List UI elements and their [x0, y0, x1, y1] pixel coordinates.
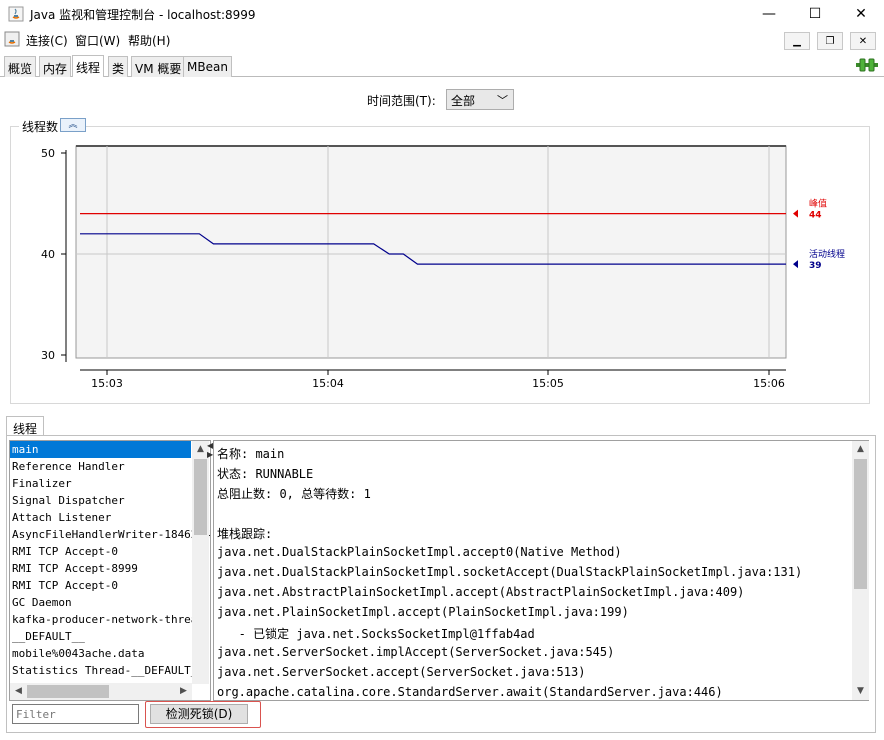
y-tick-label: 50 [41, 147, 55, 160]
thread-list-item[interactable]: Statistics Thread-__DEFAULT__- [10, 662, 210, 679]
thread-list-item[interactable]: AsyncFileHandlerWriter-1846274 [10, 526, 210, 543]
scroll-left-icon[interactable]: ◀ [10, 683, 27, 700]
thread-list-item[interactable]: mobile%0043ache.data [10, 645, 210, 662]
series-name-label: 峰值 [809, 198, 827, 210]
y-tick-label: 40 [41, 248, 55, 261]
stack-trace-line: java.net.DualStackPlainSocketImpl.socket… [217, 565, 803, 579]
thread-filter-input[interactable] [12, 704, 139, 724]
stack-trace-line: java.net.ServerSocket.accept(ServerSocke… [217, 665, 586, 679]
stack-trace-line: org.apache.catalina.core.StandardServer.… [217, 685, 723, 699]
thread-count-chart: 15:03 15:04 15:05 15:06 50 40 30 峰值44 活动线程39 [41, 145, 845, 390]
thread-list-item[interactable]: RMI TCP Accept-0 [10, 577, 210, 594]
x-tick-label: 15:06 [753, 377, 785, 390]
x-tick-label: 15:05 [532, 377, 564, 390]
thread-list-item[interactable]: kafka-producer-network-thread [10, 611, 210, 628]
series-marker-0 [793, 209, 798, 218]
threads-section-tab[interactable]: 线程 [6, 416, 44, 436]
thread-list-vscroll-thumb[interactable] [194, 459, 207, 535]
thread-list-item[interactable]: main [10, 441, 191, 458]
thread-list-item[interactable]: Finalizer [10, 475, 210, 492]
stack-trace-line: java.net.DualStackPlainSocketImpl.accept… [217, 545, 622, 559]
series-marker-1 [793, 260, 798, 269]
thread-info-line: 状态: RUNNABLE [217, 467, 314, 481]
scroll-right-icon[interactable]: ▶ [175, 683, 192, 700]
plot-area [75, 145, 787, 359]
thread-info-line: 总阻止数: 0, 总等待数: 1 [217, 487, 371, 501]
x-tick-label: 15:04 [312, 377, 344, 390]
thread-list-item[interactable]: __DEFAULT__ [10, 628, 210, 645]
detail-vscroll-thumb[interactable] [854, 459, 867, 589]
thread-list-item[interactable]: Reference Handler [10, 458, 210, 475]
y-tick-label: 30 [41, 349, 55, 362]
x-tick-label: 15:03 [91, 377, 123, 390]
series-name-label: 活动线程 [809, 248, 845, 260]
thread-list-item[interactable]: RMI TCP Accept-0 [10, 543, 210, 560]
detect-deadlock-button[interactable]: 检测死锁(D) [150, 704, 248, 724]
thread-list-item[interactable]: RMI TCP Accept-8999 [10, 560, 210, 577]
thread-list-item[interactable]: Attach Listener [10, 509, 210, 526]
stack-trace-line: java.net.AbstractPlainSocketImpl.accept(… [217, 585, 745, 599]
series-value-label: 44 [809, 211, 822, 221]
stack-trace-line: java.net.ServerSocket.implAccept(ServerS… [217, 645, 615, 659]
stack-trace-line: - 已锁定 java.net.SocksSocketImpl@1ffab4ad [217, 627, 535, 641]
thread-list-item[interactable]: GC Daemon [10, 594, 210, 611]
series-value-label: 39 [809, 261, 822, 271]
thread-list[interactable]: main Reference Handler Finalizer Signal Dis… [9, 440, 211, 701]
stack-trace-line: java.net.PlainSocketImpl.accept(PlainSoc… [217, 605, 629, 619]
thread-list-item[interactable]: Signal Dispatcher [10, 492, 210, 509]
detail-scroll-up-icon[interactable]: ▲ [852, 441, 869, 458]
thread-info-line: 名称: main [217, 447, 285, 461]
thread-detail-pane: 名称: main 状态: RUNNABLE 总阻止数: 0, 总等待数: 1 堆栈跟踪… [213, 440, 869, 701]
detail-scroll-down-icon[interactable]: ▼ [852, 683, 869, 700]
stack-trace-heading: 堆栈跟踪: [217, 527, 273, 541]
thread-list-hscroll-thumb[interactable] [27, 685, 109, 698]
